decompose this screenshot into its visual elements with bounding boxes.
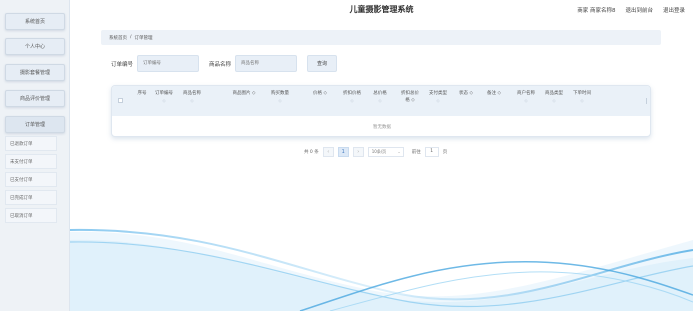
breadcrumb: 系统首页 / 订单管理 <box>101 30 661 45</box>
product-name-input[interactable] <box>235 55 298 72</box>
sidebar-item-home[interactable]: 系统首页 <box>5 13 65 30</box>
column-header[interactable]: 商品类型 ◇ <box>542 90 566 104</box>
submenu-item-cancelled-orders[interactable]: 已取消订单 <box>5 208 57 223</box>
column-header[interactable]: 商品图片 ◇ <box>224 90 264 97</box>
column-header[interactable]: 折扣总价格 ◇ <box>398 90 422 104</box>
top-header: 儿童摄影管理系统 商家 商家名称8 退出到前台 退出登录 <box>70 0 693 20</box>
order-number-label: 订单编号 <box>111 61 134 68</box>
column-header[interactable]: 总价格 ◇ <box>370 90 390 104</box>
wave-background <box>70 228 693 311</box>
pagination-total: 共 0 条 <box>304 149 319 155</box>
column-header[interactable]: 序号 <box>132 90 152 97</box>
breadcrumb-home[interactable]: 系统首页 <box>109 35 127 41</box>
pagination: 共 0 条 ‹ 1 › 10条/页 ⌄ 前往 1 页 <box>304 146 447 157</box>
column-header[interactable]: 购买数量 ◇ <box>268 90 292 104</box>
sidebar-item-order-management[interactable]: 订单管理 <box>5 116 65 133</box>
current-user-label: 商家 商家名称8 <box>577 8 616 14</box>
submenu-item-paid-orders[interactable]: 已支付订单 <box>5 172 57 187</box>
next-page-button[interactable]: › <box>352 146 364 157</box>
sidebar-item-package-management[interactable]: 摄影套餐管理 <box>5 64 65 81</box>
header-actions: 商家 商家名称8 退出到前台 退出登录 <box>577 6 685 14</box>
column-header[interactable]: 折扣价格 ◇ <box>340 90 364 104</box>
sidebar-item-profile[interactable]: 个人中心 <box>5 38 65 55</box>
column-header[interactable]: 价格 ◇ <box>310 90 330 97</box>
prev-page-button[interactable]: ‹ <box>322 146 334 157</box>
back-to-front-link[interactable]: 退出到前台 <box>625 6 653 14</box>
order-number-input[interactable] <box>137 55 200 72</box>
column-header[interactable]: 支付类型 ◇ <box>426 90 450 104</box>
breadcrumb-separator: / <box>130 35 132 40</box>
select-all-checkbox[interactable] <box>118 98 123 103</box>
goto-page-unit: 页 <box>442 149 448 155</box>
page-size-select[interactable]: 10条/页 ⌄ <box>367 146 404 157</box>
logout-link[interactable]: 退出登录 <box>663 6 685 14</box>
column-header[interactable]: 商户名称 ◇ <box>514 90 538 104</box>
chevron-down-icon: ⌄ <box>397 149 401 154</box>
order-submenu: 已退款订单 未支付订单 已支付订单 已完成订单 已取消订单 <box>5 136 57 226</box>
submenu-item-refunded-orders[interactable]: 已退款订单 <box>5 136 57 151</box>
submenu-item-completed-orders[interactable]: 已完成订单 <box>5 190 57 205</box>
page-size-value: 10条/页 <box>371 148 387 154</box>
sidebar-item-review-management[interactable]: 商品评价管理 <box>5 90 65 107</box>
product-name-label: 商品名称 <box>209 61 232 68</box>
column-header[interactable]: 商品名称 ◇ <box>180 90 204 104</box>
search-form: 订单编号 商品名称 查询 <box>111 55 338 72</box>
search-button[interactable]: 查询 <box>307 55 338 72</box>
table-empty-text: 暂无数据 <box>373 124 391 130</box>
table-header: 序号 订单编号 ◇ 商品名称 ◇ 商品图片 ◇ 购买数量 ◇ 价格 ◇ 折扣价格 ◇ 总… <box>112 86 650 116</box>
page-number-button[interactable]: 1 <box>337 146 349 157</box>
goto-label: 前往 <box>411 149 421 155</box>
breadcrumb-current: 订单管理 <box>134 35 153 41</box>
goto-page-input[interactable]: 1 <box>424 146 439 157</box>
submenu-item-unpaid-orders[interactable]: 未支付订单 <box>5 154 57 169</box>
column-resize-handle[interactable] <box>646 98 647 104</box>
column-header[interactable]: 订单编号 ◇ <box>152 90 176 104</box>
column-header[interactable]: 状态 ◇ <box>456 90 476 97</box>
sidebar: 系统首页 个人中心 摄影套餐管理 商品评价管理 订单管理 已退款订单 未支付订单… <box>0 0 70 311</box>
column-header[interactable]: 下单时间 ◇ <box>570 90 594 104</box>
column-header[interactable]: 备注 ◇ <box>484 90 504 97</box>
orders-table: 序号 订单编号 ◇ 商品名称 ◇ 商品图片 ◇ 购买数量 ◇ 价格 ◇ 折扣价格 ◇ 总… <box>111 85 651 137</box>
